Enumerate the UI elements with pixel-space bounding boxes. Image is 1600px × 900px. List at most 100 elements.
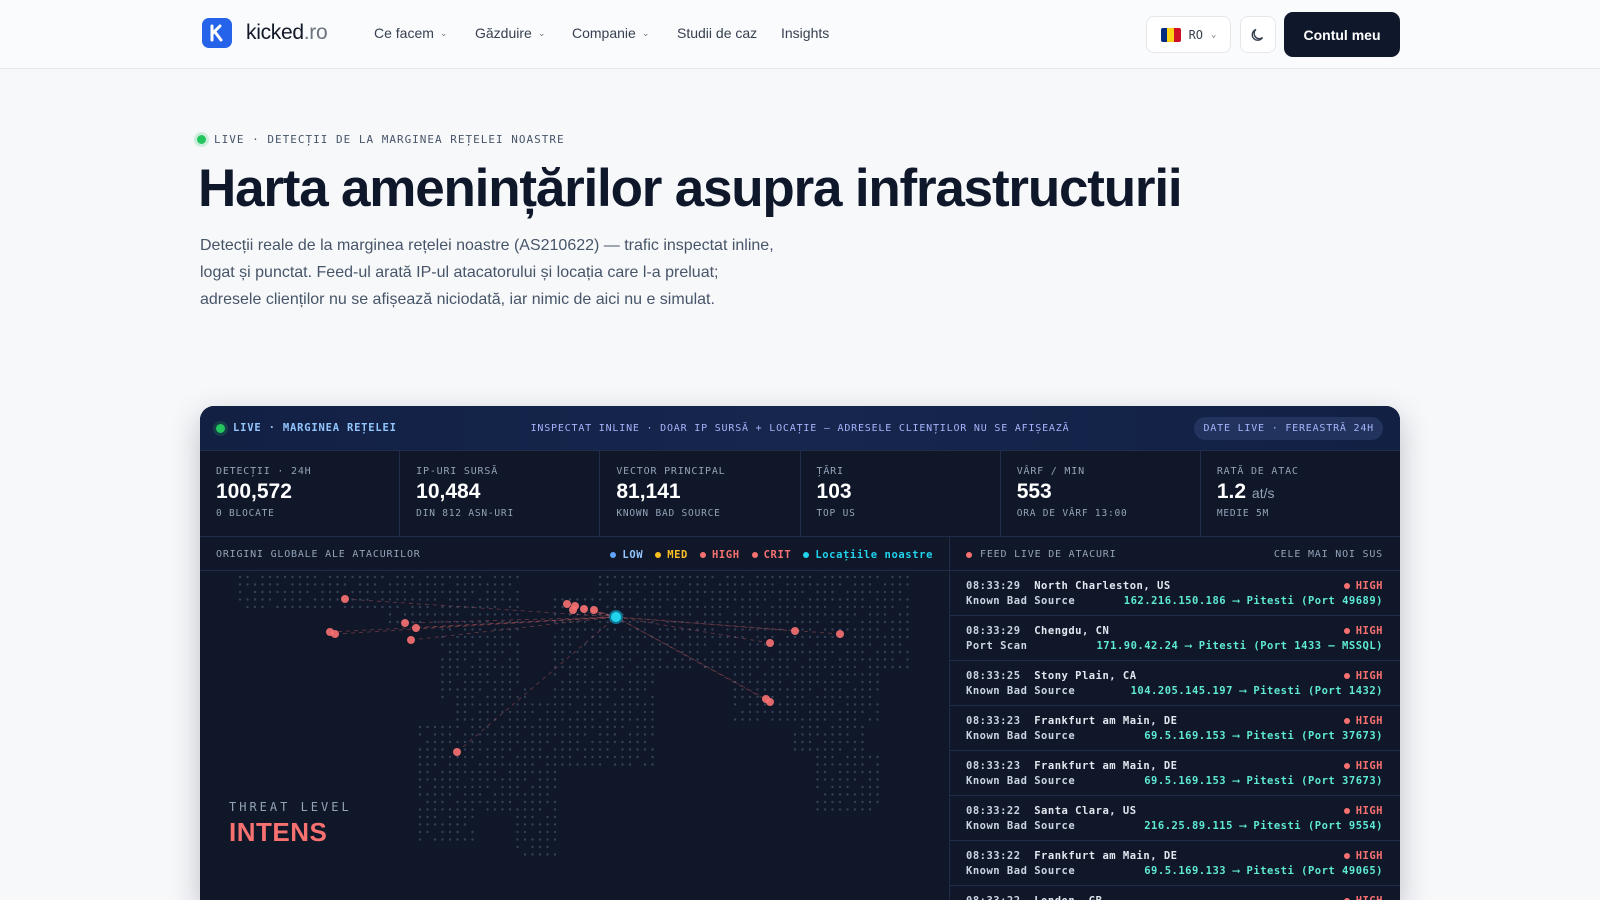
map-dot (846, 703, 849, 706)
map-dot (711, 605, 714, 609)
map-dot (418, 830, 422, 834)
map-dot (906, 620, 909, 624)
map-dot (643, 650, 647, 654)
map-dot (838, 695, 842, 699)
map-dot (673, 665, 677, 669)
map-dot (793, 598, 797, 601)
severity-label: HIGH (1355, 850, 1383, 862)
map-dot (853, 763, 857, 766)
map-dot (838, 710, 842, 714)
map-dot (906, 628, 909, 631)
attack-origin-marker[interactable] (453, 748, 461, 756)
map-dot (501, 785, 504, 789)
world-map[interactable] (200, 571, 950, 900)
map-dot (486, 650, 489, 654)
map-dot (516, 665, 519, 669)
map-dot (291, 598, 294, 601)
map-dot (861, 800, 864, 804)
feed-row[interactable]: 08:33:22 London, GBHIGH (950, 886, 1400, 900)
feed-row[interactable]: 08:33:22 Santa Clara, US HIGH Known Bad So… (950, 796, 1400, 841)
map-dot (876, 635, 879, 639)
attack-origin-marker[interactable] (766, 698, 774, 706)
attack-origin-marker[interactable] (580, 605, 588, 613)
map-dot (358, 583, 362, 586)
feed-row-detail: Known Bad Source 162.216.150.186 ⟶ Pitest… (966, 595, 1383, 607)
attack-feed-list[interactable]: 08:33:29 North Charleston, US HIGH Known B… (950, 571, 1400, 900)
map-dot (681, 598, 684, 601)
nav-ce-facem[interactable]: Ce facem ⌄ (374, 25, 447, 41)
map-dot (748, 613, 752, 616)
map-dot (471, 785, 474, 789)
map-dot (606, 583, 609, 586)
attack-origin-marker[interactable] (571, 602, 579, 610)
map-dot (628, 695, 632, 699)
language-selector[interactable]: RO ⌄ (1146, 16, 1231, 53)
stat-label: DETECȚII · 24H (216, 466, 312, 477)
map-dot (478, 688, 482, 691)
map-dot (508, 718, 512, 721)
map-dot (688, 598, 692, 601)
map-dot (801, 725, 804, 729)
feed-row[interactable]: 08:33:25 Stony Plain, CA HIGH Known Bad So… (950, 661, 1400, 706)
attack-origin-marker[interactable] (590, 606, 598, 614)
map-dot (906, 613, 909, 616)
map-dot (763, 613, 767, 616)
nav-studii-de-caz[interactable]: Studii de caz (677, 25, 757, 41)
account-button[interactable]: Contul meu (1284, 12, 1400, 57)
brand-name[interactable]: kicked.ro (246, 21, 328, 45)
severity-dot-icon (1343, 808, 1350, 814)
nav-companie[interactable]: Companie ⌄ (572, 25, 649, 41)
attack-origin-marker[interactable] (766, 639, 774, 647)
feed-attack-path: 104.205.145.197 ⟶ Pitesti (Port 1432) (1130, 685, 1383, 697)
nav-insights[interactable]: Insights (781, 25, 829, 41)
attack-origin-marker[interactable] (407, 636, 415, 644)
map-dot (478, 793, 482, 796)
theme-toggle-button[interactable] (1240, 16, 1276, 53)
map-dot (471, 770, 474, 774)
map-dot (523, 740, 527, 744)
feed-row[interactable]: 08:33:22 Frankfurt am Main, DE HIGH Known … (950, 841, 1400, 886)
map-dot (883, 658, 887, 661)
attack-origin-marker[interactable] (401, 619, 409, 627)
stat-value: 553 (1017, 480, 1184, 504)
attack-origin-marker[interactable] (331, 630, 339, 638)
map-dot (493, 778, 497, 781)
map-dot (336, 590, 339, 594)
map-dot (441, 733, 444, 736)
map-dot (861, 748, 864, 751)
map-dot (426, 793, 429, 796)
our-location-marker[interactable] (609, 610, 623, 624)
attack-origin-marker[interactable] (791, 627, 799, 635)
feed-row[interactable]: 08:33:23 Frankfurt am Main, DE HIGH Known … (950, 706, 1400, 751)
map-dot (591, 598, 594, 601)
map-dot (598, 725, 602, 729)
map-dot (696, 583, 699, 586)
map-dot (523, 710, 527, 714)
severity-label: HIGH (1355, 625, 1383, 637)
stat-sub: TOP US (816, 508, 856, 519)
map-dot (336, 583, 339, 586)
map-dot (868, 575, 872, 579)
map-dot (598, 620, 602, 624)
attack-origin-marker[interactable] (836, 630, 844, 638)
map-dot (606, 688, 609, 691)
attack-arc (334, 616, 617, 635)
feed-row[interactable]: 08:33:23 Frankfurt am Main, DE HIGH Known … (950, 751, 1400, 796)
map-dot (471, 755, 474, 759)
map-dot (478, 635, 482, 639)
feed-row[interactable]: 08:33:29 Chengdu, CN HIGH Port Scan 171.90.… (950, 616, 1400, 661)
map-dot (673, 628, 677, 631)
map-dot (853, 778, 857, 781)
kicked-logo-icon[interactable] (202, 18, 232, 48)
map-dot (441, 695, 444, 699)
map-dot (786, 598, 789, 601)
feed-row[interactable]: 08:33:29 North Charleston, US HIGH Known B… (950, 571, 1400, 616)
attack-origin-marker[interactable] (412, 624, 420, 632)
attack-origin-marker[interactable] (341, 595, 349, 603)
attack-origin-marker[interactable] (563, 600, 571, 608)
map-dot (831, 778, 834, 781)
map-dot (531, 785, 534, 789)
map-dot (786, 673, 789, 676)
map-dot (823, 665, 827, 669)
nav-gazduire[interactable]: Găzduire ⌄ (475, 25, 545, 41)
